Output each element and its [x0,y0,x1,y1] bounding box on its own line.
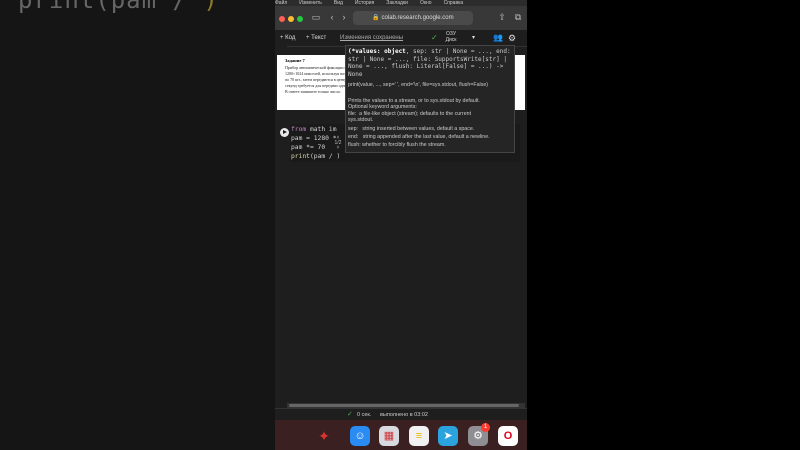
share-icon[interactable]: ⇧ [497,12,507,22]
task-text-line: В ответе запишите только число. [285,89,341,94]
screen-recording-frame: Файл Изменить Вид История Закладки Окно Справк… [275,0,527,450]
doc-line: end: string appended after the last valu… [348,134,490,140]
address-bar[interactable]: 🔒 colab.research.google.com [353,11,473,25]
doc-line: sys.stdout. [348,117,374,123]
close-window-button[interactable] [279,16,285,22]
doc-line: sep: string inserted between values, def… [348,126,475,132]
function-signature: (*values: object, sep: str | None = ...,… [348,48,511,78]
scrollbar-thumb[interactable] [289,404,519,407]
notes-icon[interactable]: ≡ [409,426,429,446]
run-cell-button[interactable] [280,128,289,137]
resource-indicator[interactable]: ОЗУ Диск [443,31,459,43]
share-people-icon[interactable]: 👥 [493,32,503,44]
macos-dock: ✦ ☺ ▦ ≡ ➤ ⚙ 1 O [275,420,527,450]
url-text: colab.research.google.com [381,15,454,21]
save-status-link[interactable]: Изменения сохранены [340,32,403,44]
doc-line: Optional keyword arguments: [348,104,417,110]
notification-badge: 1 [481,423,490,432]
telegram-icon[interactable]: ➤ [438,426,458,446]
back-arrow-icon[interactable]: ‹ [327,12,337,22]
background-code-text: print(pam / ) [18,0,219,14]
code-line-2: pam = 1280 * [291,135,337,142]
sidebar-icon[interactable]: ▭ [311,12,321,22]
overload-pager[interactable]: ˄ 1/2 ˅ [334,136,342,151]
zoom-window-button[interactable] [297,16,303,22]
chevron-down-icon[interactable]: ▾ [472,32,475,44]
task-title: Задание 7 [285,58,305,63]
tabs-overview-icon[interactable]: ⧉ [513,12,523,22]
code-line-3: pam *= 70 [291,144,326,151]
forward-arrow-icon[interactable]: › [339,12,349,22]
jetbrains-app-icon[interactable]: ✦ [314,426,334,446]
signature-help-tooltip: (*values: object, sep: str | None = ...,… [345,45,515,153]
finder-icon[interactable]: ☺ [350,426,370,446]
code-line-1: from math im [291,126,337,133]
code-line-4: print(pam / ) [291,153,341,160]
signature-example: print(value, ..., sep=' ', end='\n', fil… [348,82,489,88]
disk-label: Диск [445,37,457,43]
gear-icon[interactable]: ⚙ [508,32,516,44]
add-text-button[interactable]: + Текст [306,32,326,44]
doc-line: flush: whether to forcibly flush the str… [348,142,446,148]
check-icon: ✓ [431,33,438,42]
browser-toolbar: ▭ ‹ › 🔒 colab.research.google.com ⇧ ⧉ [275,6,527,30]
add-code-button[interactable]: + Код [280,32,295,44]
chevron-down-icon[interactable]: ˅ [334,146,342,151]
launchpad-icon[interactable]: ▦ [379,426,399,446]
minimize-window-button[interactable] [288,16,294,22]
background-left-panel: print(pam / ) [0,0,275,450]
background-right-panel [527,0,800,450]
lock-icon: 🔒 [372,15,380,21]
opera-icon[interactable]: O [498,426,518,446]
